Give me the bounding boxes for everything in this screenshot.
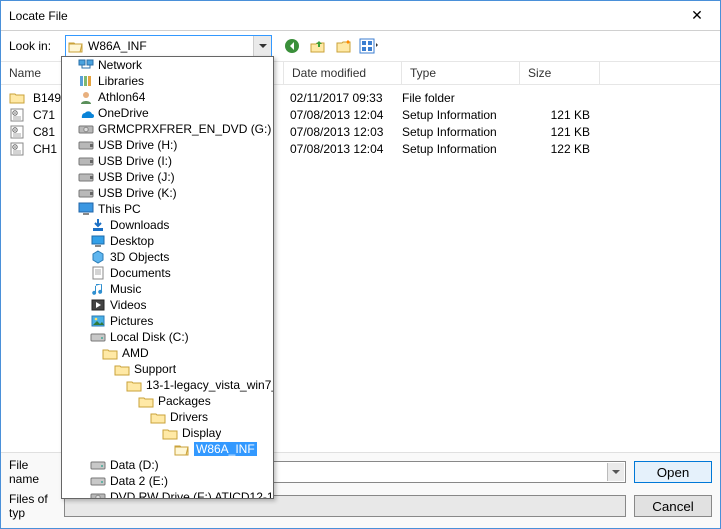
tree-item[interactable]: USB Drive (J:) — [62, 169, 273, 185]
lookin-label: Look in: — [9, 39, 61, 53]
disk-icon — [90, 474, 106, 488]
column-date[interactable]: Date modified — [284, 62, 402, 84]
tree-item[interactable]: Data 2 (E:) — [62, 473, 273, 489]
tree-item[interactable]: Downloads — [62, 217, 273, 233]
videos-icon — [90, 298, 106, 312]
table-row[interactable]: 02/11/2017 09:33File folder — [284, 89, 720, 106]
column-size[interactable]: Size — [520, 62, 600, 84]
tree-item[interactable]: USB Drive (H:) — [62, 137, 273, 153]
network-icon — [78, 58, 94, 72]
usb-icon — [78, 138, 94, 152]
open-button[interactable]: Open — [634, 461, 712, 483]
tree-item[interactable]: W86A_INF — [62, 441, 273, 457]
tree-item[interactable]: Data (D:) — [62, 457, 273, 473]
folder-icon — [162, 426, 178, 440]
title-text: Locate File — [9, 9, 674, 23]
table-row[interactable]: 07/08/2013 12:04Setup Information122 KB — [284, 140, 720, 157]
usb-icon — [78, 154, 94, 168]
tree-item[interactable]: Display — [62, 425, 273, 441]
view-menu-button[interactable] — [359, 35, 381, 57]
dvd-icon — [78, 122, 94, 136]
tree-item[interactable]: 13-1-legacy_vista_win7_win — [62, 377, 273, 393]
tree-item[interactable]: Libraries — [62, 73, 273, 89]
inf-file-icon — [9, 108, 25, 122]
list-item[interactable]: C81 — [1, 123, 59, 140]
tree-item[interactable]: Drivers — [62, 409, 273, 425]
pics-icon — [90, 314, 106, 328]
tree-item[interactable]: Desktop — [62, 233, 273, 249]
docs-icon — [90, 266, 106, 280]
tree-item[interactable]: USB Drive (I:) — [62, 153, 273, 169]
lookin-combo[interactable]: W86A_INF — [65, 35, 272, 57]
cancel-button[interactable]: Cancel — [634, 495, 712, 517]
tree-item[interactable]: GRMCPRXFRER_EN_DVD (G:) — [62, 121, 273, 137]
tree-item[interactable]: USB Drive (K:) — [62, 185, 273, 201]
lookin-value: W86A_INF — [88, 39, 253, 53]
folder-open-icon — [174, 442, 190, 456]
inf-file-icon — [9, 125, 25, 139]
tree-item[interactable]: Documents — [62, 265, 273, 281]
disk-icon — [90, 458, 106, 472]
tree-item[interactable]: Support — [62, 361, 273, 377]
types-label: Files of typ — [9, 492, 61, 520]
list-item[interactable]: CH1 — [1, 140, 59, 157]
folder-icon — [126, 378, 142, 392]
folder-icon — [150, 410, 166, 424]
back-button[interactable] — [281, 35, 303, 57]
disk-icon — [90, 330, 106, 344]
folder-icon — [138, 394, 154, 408]
dvd-icon — [90, 490, 106, 499]
tree-item[interactable]: Music — [62, 281, 273, 297]
tree-item[interactable]: Local Disk (C:) — [62, 329, 273, 345]
usb-icon — [78, 186, 94, 200]
chevron-down-icon[interactable] — [253, 36, 271, 56]
tree-item[interactable]: DVD RW Drive (F:) ATICD12-118 — [62, 489, 273, 499]
usb-icon — [78, 170, 94, 184]
inf-file-icon — [9, 142, 25, 156]
folder-icon — [102, 346, 118, 360]
list-item[interactable]: C71 — [1, 106, 59, 123]
folder-icon — [9, 91, 25, 105]
close-button[interactable]: ✕ — [674, 1, 720, 31]
lookin-dropdown[interactable]: NetworkLibrariesAthlon64OneDriveGRMCPRXF… — [61, 56, 274, 499]
filename-label: File name — [9, 458, 61, 486]
tree-item[interactable]: AMD — [62, 345, 273, 361]
folder-icon — [114, 362, 130, 376]
table-row[interactable]: 07/08/2013 12:04Setup Information121 KB — [284, 106, 720, 123]
3d-icon — [90, 250, 106, 264]
tree-item[interactable]: Pictures — [62, 313, 273, 329]
desktop-icon — [90, 234, 106, 248]
tree-item[interactable]: Videos — [62, 297, 273, 313]
tree-item[interactable]: Network — [62, 57, 273, 73]
libraries-icon — [78, 74, 94, 88]
new-folder-button[interactable] — [333, 35, 355, 57]
tree-item[interactable]: 3D Objects — [62, 249, 273, 265]
titlebar: Locate File ✕ — [1, 1, 720, 31]
list-item[interactable]: B149 — [1, 89, 59, 106]
table-row[interactable]: 07/08/2013 12:03Setup Information121 KB — [284, 123, 720, 140]
tree-item[interactable]: OneDrive — [62, 105, 273, 121]
music-icon — [90, 282, 106, 296]
downloads-icon — [90, 218, 106, 232]
thispc-icon — [78, 202, 94, 216]
locate-file-dialog: Locate File ✕ Look in: W86A_INF Name — [0, 0, 721, 529]
column-type[interactable]: Type — [402, 62, 520, 84]
folder-open-icon — [68, 40, 84, 53]
user-icon — [78, 90, 94, 104]
tree-item[interactable]: Packages — [62, 393, 273, 409]
onedrive-icon — [78, 106, 94, 120]
up-button[interactable] — [307, 35, 329, 57]
tree-item[interactable]: Athlon64 — [62, 89, 273, 105]
tree-item[interactable]: This PC — [62, 201, 273, 217]
